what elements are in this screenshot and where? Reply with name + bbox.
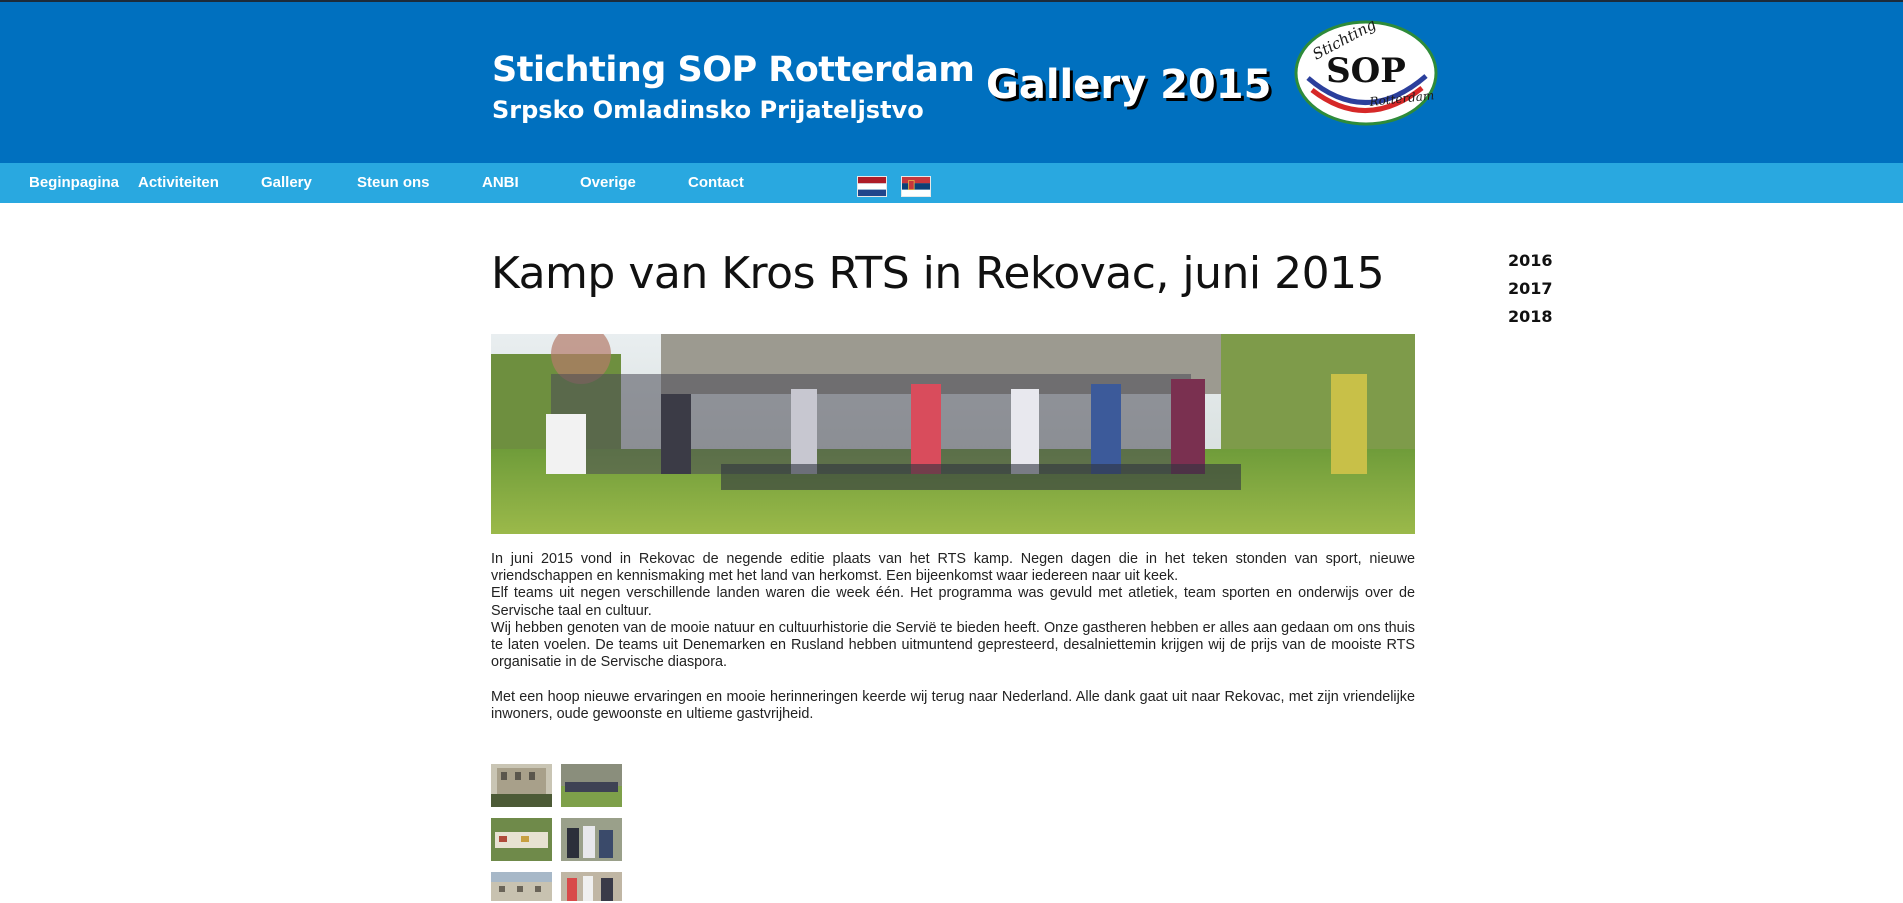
gallery-title: Gallery 2015 [986,62,1272,108]
gallery-thumbnail[interactable] [491,764,552,807]
gallery-thumbnail[interactable] [561,818,622,861]
dutch-flag-icon[interactable] [857,176,887,197]
year-link-2018[interactable]: 2018 [1508,307,1553,326]
site-title[interactable]: Stichting SOP Rotterdam [492,50,975,90]
page-heading: Kamp van Kros RTS in Rekovac, juni 2015 [491,248,1385,299]
nav-item-overige[interactable]: Overige [580,163,636,203]
nav-item-beginpagina[interactable]: Beginpagina [29,163,119,203]
site-subtitle: Srpsko Omladinsko Prijateljstvo [492,96,924,124]
gallery-thumbnail[interactable] [561,764,622,807]
article-text: In juni 2015 vond in Rekovac de negende … [491,551,1415,723]
year-link-2017[interactable]: 2017 [1508,279,1553,298]
serbian-flag-icon[interactable] [901,176,931,197]
year-link-2016[interactable]: 2016 [1508,251,1553,270]
nav-item-contact[interactable]: Contact [688,163,744,203]
nav-item-activiteiten[interactable]: Activiteiten [138,163,219,203]
article-paragraph: In juni 2015 vond in Rekovac de negende … [491,551,1415,585]
logo-main-text: SOP [1326,51,1406,91]
article-paragraph: Wij hebben genoten van de mooie natuur e… [491,619,1415,671]
article-paragraph: Elf teams uit negen verschillende landen… [491,585,1415,619]
gallery-thumbnail[interactable] [491,872,552,901]
nav-item-anbi[interactable]: ANBI [482,163,519,203]
nav-item-steun-ons[interactable]: Steun ons [357,163,430,203]
sop-logo[interactable]: Stichting SOP Rotterdam [1294,20,1438,126]
nav-item-gallery[interactable]: Gallery [261,163,312,203]
group-photo [491,334,1415,534]
main-nav: Beginpagina Activiteiten Gallery Steun o… [0,163,1903,203]
gallery-thumbnail[interactable] [491,818,552,861]
article-paragraph: Met een hoop nieuwe ervaringen en mooie … [491,688,1415,722]
site-header: Stichting SOP Rotterdam Srpsko Omladinsk… [0,2,1903,163]
gallery-thumbnail[interactable] [561,872,622,901]
